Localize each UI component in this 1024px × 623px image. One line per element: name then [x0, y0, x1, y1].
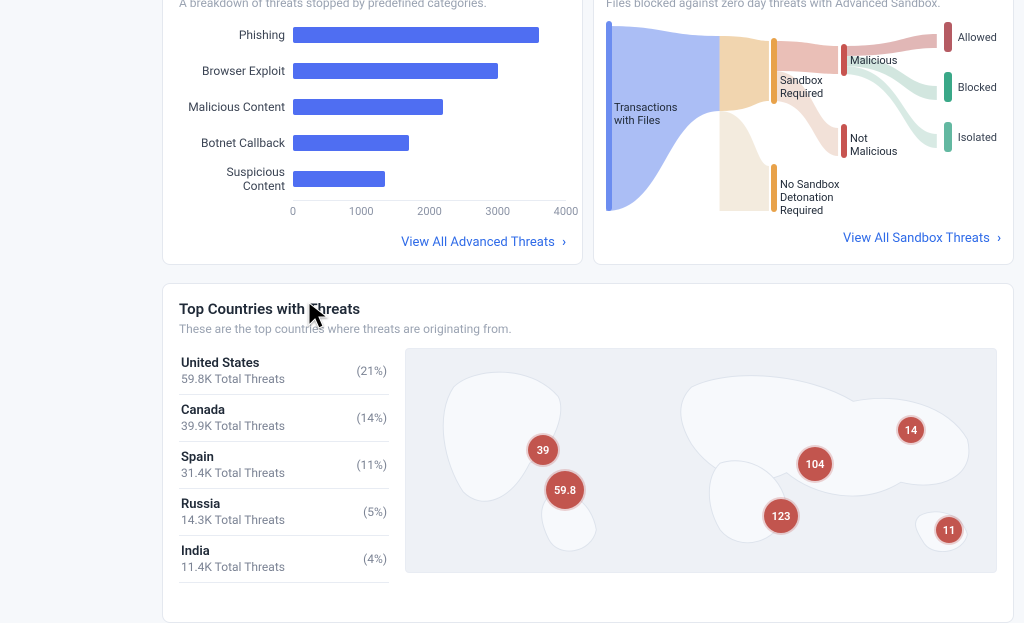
sankey-diagram: Transactions with Files Sandbox Required… [606, 16, 1001, 221]
world-map[interactable]: 39 59.8 104 123 14 11 [405, 348, 997, 573]
map-bubble[interactable]: 59.8 [546, 471, 584, 509]
country-name: Spain [181, 450, 285, 465]
x-axis: 0 1000 2000 3000 4000 [293, 200, 566, 205]
x-tick: 0 [290, 205, 296, 218]
top-countries-subtitle: These are the top countries where threat… [179, 322, 997, 336]
sankey-label: Sandbox Required [780, 74, 835, 100]
country-pct: (21%) [356, 364, 387, 378]
country-total: 11.4K Total Threats [181, 560, 285, 574]
top-countries-title: Top Countries with Threats [179, 300, 997, 318]
link-label: View All Advanced Threats [401, 235, 555, 250]
country-pct: (14%) [356, 411, 387, 425]
map-bubble[interactable]: 14 [898, 417, 924, 443]
chevron-right-icon: › [562, 235, 566, 250]
outcome-label: Blocked [958, 81, 997, 94]
bar-label: Browser Exploit [183, 64, 293, 78]
view-all-sandbox-threats-link[interactable]: View All Sandbox Threats › [606, 231, 1001, 246]
x-tick: 2000 [417, 205, 442, 218]
country-name: Russia [181, 497, 285, 512]
list-item[interactable]: United States 59.8K Total Threats (21%) [179, 348, 389, 395]
sankey-node [606, 21, 612, 211]
bar-label: Malicious Content [183, 100, 293, 114]
list-item[interactable]: Russia 14.3K Total Threats (5%) [179, 489, 389, 536]
map-bubble[interactable]: 39 [528, 435, 558, 465]
threat-categories-subtitle: A breakdown of threats stopped by predef… [179, 0, 566, 10]
country-total: 14.3K Total Threats [181, 513, 285, 527]
map-bubble[interactable]: 104 [798, 447, 832, 481]
sankey-node [841, 44, 847, 76]
outcome-item: Allowed [944, 22, 997, 52]
country-total: 31.4K Total Threats [181, 466, 285, 480]
swatch-icon [944, 122, 952, 152]
x-tick: 4000 [554, 205, 579, 218]
top-countries-card: Top Countries with Threats These are the… [162, 283, 1014, 623]
country-name: India [181, 544, 285, 559]
bar-fill [293, 171, 385, 187]
outcome-item: Isolated [944, 122, 997, 152]
sankey-label: Malicious [850, 54, 905, 67]
sandbox-card: Files blocked against zero day threats w… [593, 0, 1014, 265]
bar-fill [293, 99, 443, 115]
country-pct: (5%) [363, 505, 387, 519]
map-bubble[interactable]: 123 [764, 499, 798, 533]
bar-label: Phishing [183, 28, 293, 42]
chevron-right-icon: › [997, 231, 1001, 246]
sankey-label: No Sandbox Detonation Required [780, 178, 850, 218]
list-item[interactable]: Spain 31.4K Total Threats (11%) [179, 442, 389, 489]
list-item[interactable]: India 11.4K Total Threats (4%) [179, 536, 389, 583]
sankey-node [771, 38, 777, 104]
sankey-label: Not Malicious [850, 132, 905, 158]
x-tick: 3000 [485, 205, 510, 218]
outcome-label: Isolated [958, 131, 997, 144]
country-name: United States [181, 356, 285, 371]
country-total: 39.9K Total Threats [181, 419, 285, 433]
sandbox-subtitle: Files blocked against zero day threats w… [606, 0, 1001, 10]
bar-fill [293, 63, 498, 79]
bar-label: Botnet Callback [183, 136, 293, 150]
bar-row: Botnet Callback [183, 128, 566, 158]
list-item[interactable]: Canada 39.9K Total Threats (14%) [179, 395, 389, 442]
outcome-label: Allowed [958, 31, 997, 44]
country-list: United States 59.8K Total Threats (21%) … [179, 348, 389, 583]
country-pct: (4%) [363, 552, 387, 566]
threat-bar-chart: Phishing Browser Exploit Malicious Conte… [183, 20, 566, 225]
bar-row: Malicious Content [183, 92, 566, 122]
sankey-outcomes: Allowed Blocked Isolated [944, 22, 997, 152]
swatch-icon [944, 22, 952, 52]
bar-row: Phishing [183, 20, 566, 50]
sankey-label: Transactions with Files [614, 101, 684, 127]
bar-fill [293, 135, 409, 151]
threat-categories-card: A breakdown of threats stopped by predef… [162, 0, 583, 265]
bar-fill [293, 27, 539, 43]
bar-label: Suspicious Content [183, 165, 293, 193]
bar-row: Browser Exploit [183, 56, 566, 86]
x-tick: 1000 [349, 205, 374, 218]
sankey-node [841, 124, 847, 158]
view-all-advanced-threats-link[interactable]: View All Advanced Threats › [179, 235, 566, 250]
country-pct: (11%) [356, 458, 387, 472]
link-label: View All Sandbox Threats [843, 231, 990, 246]
bar-row: Suspicious Content [183, 164, 566, 194]
outcome-item: Blocked [944, 72, 997, 102]
country-total: 59.8K Total Threats [181, 372, 285, 386]
map-bubble[interactable]: 11 [936, 517, 962, 543]
country-name: Canada [181, 403, 285, 418]
swatch-icon [944, 72, 952, 102]
sankey-node [771, 164, 777, 212]
